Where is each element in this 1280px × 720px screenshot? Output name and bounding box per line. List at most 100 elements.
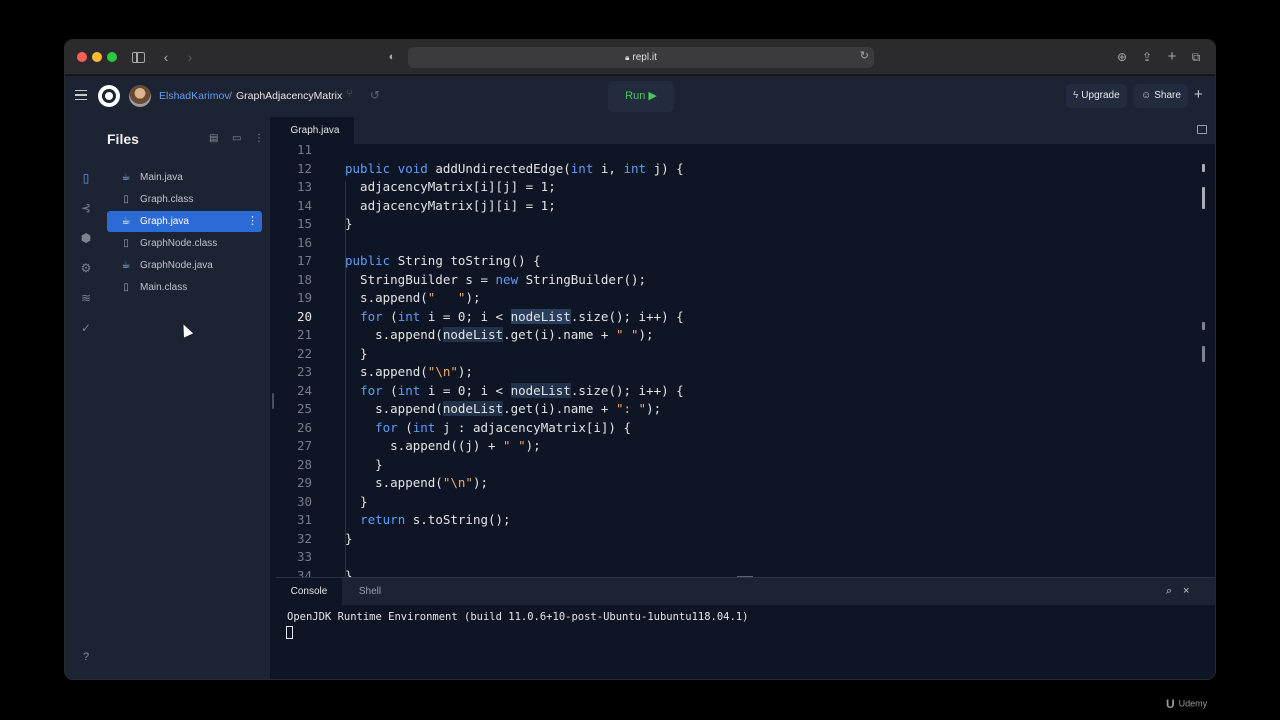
- database-icon[interactable]: ≋: [78, 290, 94, 306]
- fork-icon[interactable]: ⑂: [346, 88, 353, 100]
- code-line: 14 adjacencyMatrix[j][i] = 1;: [276, 197, 1196, 216]
- replit-logo[interactable]: [98, 85, 120, 107]
- file-item[interactable]: ☕ Main.java: [107, 167, 262, 188]
- code-line: 26 for (int j : adjacencyMatrix[i]) {: [276, 419, 1196, 438]
- new-folder-icon[interactable]: ▭: [232, 133, 241, 144]
- line-number: 30: [296, 493, 312, 509]
- download-icon[interactable]: ⊕: [1115, 48, 1129, 66]
- address-bar[interactable]: 🔒︎ repl.it ↻: [408, 47, 874, 68]
- code-token: new: [495, 271, 526, 287]
- check-icon[interactable]: ✓: [78, 320, 94, 336]
- file-name: GraphNode.class: [140, 238, 218, 249]
- menu-icon[interactable]: [75, 90, 87, 100]
- line-number: 17: [296, 253, 312, 268]
- user-plus-icon: ☺: [1141, 90, 1152, 101]
- code-line: 29 s.append("\n");: [276, 474, 1196, 493]
- file-name: Main.java: [140, 172, 183, 183]
- file-item[interactable]: ▯ GraphNode.class: [107, 233, 262, 254]
- code-text: adjacencyMatrix[j][i] = 1;: [345, 197, 556, 216]
- new-file-icon[interactable]: ▤: [209, 133, 218, 144]
- file-name: GraphNode.java: [140, 260, 213, 271]
- code-line: 33: [276, 548, 1196, 567]
- code-line: 34}: [276, 567, 1196, 578]
- reload-icon[interactable]: ↻: [860, 49, 869, 62]
- code-text: return s.toString();: [345, 511, 511, 530]
- scrollbar-thumb[interactable]: [1202, 187, 1205, 209]
- browser-window: ‹ › ◐ 🔒︎ repl.it ↻ ⊕ ⇪ + ⧉ ElshadKarimov …: [64, 39, 1216, 680]
- file-item[interactable]: ▯ Graph.class: [107, 189, 262, 210]
- avatar[interactable]: [129, 85, 151, 107]
- code-line: 11: [276, 144, 1196, 160]
- line-number: 18: [296, 271, 312, 287]
- code-token: }: [345, 345, 368, 361]
- code-text: }: [345, 567, 353, 578]
- scrollbar-marker: [1202, 346, 1205, 362]
- code-line: 23 s.append("\n");: [276, 363, 1196, 382]
- packages-icon[interactable]: ⬢: [78, 230, 94, 246]
- code-token: int: [397, 382, 428, 398]
- line-number: 34: [296, 567, 312, 578]
- search-icon[interactable]: ⌕: [1166, 585, 1172, 598]
- zoom-window-button[interactable]: [107, 52, 117, 62]
- minimize-window-button[interactable]: [92, 52, 102, 62]
- code-text: }: [345, 456, 383, 475]
- file-item[interactable]: ☕ GraphNode.java: [107, 255, 262, 276]
- file-icon: ▯: [123, 238, 129, 249]
- back-icon[interactable]: ‹: [160, 48, 172, 66]
- code-token: );: [465, 290, 481, 305]
- code-token: int: [412, 419, 443, 435]
- clear-icon[interactable]: ×: [1183, 585, 1189, 597]
- line-number: 20: [296, 308, 312, 324]
- version-control-icon[interactable]: ⊰: [78, 200, 94, 216]
- new-tab-icon[interactable]: +: [1165, 48, 1179, 66]
- line-number: 11: [296, 144, 312, 157]
- shield-icon[interactable]: ◐: [385, 48, 399, 66]
- code-token: s.append(: [345, 290, 428, 305]
- forward-icon[interactable]: ›: [184, 48, 196, 66]
- breadcrumb-repl-name[interactable]: GraphAdjacencyMatrix: [236, 89, 342, 103]
- more-options-icon[interactable]: ⋮: [254, 133, 264, 144]
- file-item[interactable]: ☕ Graph.java ⋮: [107, 211, 262, 232]
- code-line: 27 s.append((j) + " ");: [276, 437, 1196, 456]
- console-cursor[interactable]: [286, 626, 293, 639]
- files-icon[interactable]: ▯: [78, 170, 94, 186]
- share-icon[interactable]: ⇪: [1140, 48, 1154, 66]
- share-button[interactable]: ☺ Share: [1134, 84, 1188, 108]
- code-text: }: [345, 345, 368, 364]
- code-text: for (int i = 0; i < nodeList.size(); i++…: [345, 382, 684, 401]
- code-token: StringBuilder s =: [345, 271, 496, 287]
- layout-icon[interactable]: [1197, 125, 1207, 134]
- code-token: adjacencyMatrix[j][i] = 1;: [345, 197, 556, 213]
- file-item[interactable]: ▯ Main.class: [107, 277, 262, 298]
- breadcrumb-user[interactable]: ElshadKarimov: [159, 89, 230, 103]
- code-line: 17 public String toString() {: [276, 252, 1196, 271]
- sidebar-toggle-icon[interactable]: [132, 52, 145, 63]
- add-icon[interactable]: +: [1194, 86, 1203, 103]
- code-token: " ": [615, 327, 639, 342]
- tabs-overview-icon[interactable]: ⧉: [1189, 48, 1203, 66]
- code-token: "\n": [427, 364, 458, 379]
- code-token: s.append(: [345, 475, 443, 490]
- tab-shell[interactable]: Shell: [346, 578, 394, 605]
- run-button[interactable]: Run ▶: [608, 81, 674, 112]
- panel-resize-handle[interactable]: [272, 393, 274, 409]
- code-token: i,: [600, 160, 624, 176]
- close-window-button[interactable]: [77, 52, 87, 62]
- code-text: public String toString() {: [345, 252, 541, 271]
- code-token: }: [345, 567, 353, 578]
- settings-icon[interactable]: ⚙: [78, 260, 94, 276]
- code-area[interactable]: 11 12 public void addUndirectedEdge(int i,…: [276, 144, 1215, 578]
- file-options-icon[interactable]: ⋮: [247, 214, 258, 228]
- console-output: OpenJDK Runtime Environment (build 11.0.…: [287, 611, 749, 623]
- line-number: 27: [296, 438, 312, 453]
- help-icon[interactable]: ?: [79, 650, 93, 664]
- history-icon[interactable]: ↺: [370, 88, 380, 102]
- code-token: );: [525, 438, 541, 453]
- upgrade-button[interactable]: ϟ Upgrade: [1066, 84, 1127, 108]
- tab-graph-java[interactable]: Graph.java: [276, 117, 354, 144]
- code-line: 21 s.append(nodeList.get(i).name + " ");: [276, 326, 1196, 345]
- tab-console[interactable]: Console: [276, 578, 342, 605]
- code-token: public: [345, 253, 398, 268]
- code-token: nodeList: [442, 327, 504, 342]
